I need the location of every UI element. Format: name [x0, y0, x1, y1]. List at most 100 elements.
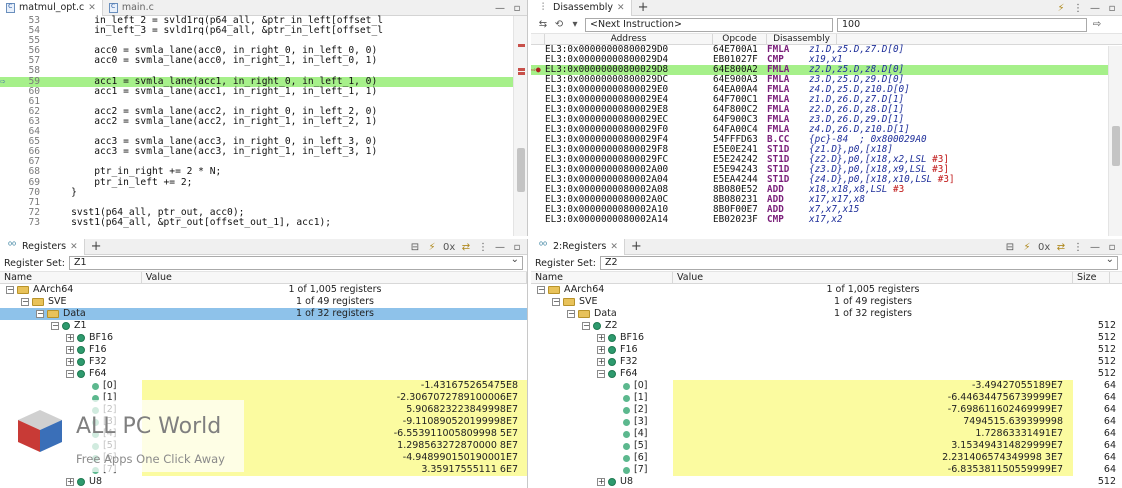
column-name[interactable]: Name: [531, 272, 673, 283]
disassembly-vertical-scrollbar[interactable]: [1108, 46, 1122, 236]
column-disassembly[interactable]: Disassembly: [767, 34, 837, 44]
register-row[interactable]: [6] 2.231406574349998 3E7 64: [531, 452, 1122, 464]
maximize-icon[interactable]: ▫: [1106, 3, 1118, 14]
register-value[interactable]: [673, 344, 1073, 356]
link-icon[interactable]: ⇄: [1055, 242, 1067, 253]
scroll-thumb[interactable]: [1112, 126, 1120, 166]
code-line[interactable]: 54 in_left_3 = svld1rq(p64_all, &ptr_in_…: [0, 25, 513, 36]
maximize-icon[interactable]: ▫: [511, 242, 523, 253]
register-value[interactable]: -7.698611602469999E7: [673, 404, 1073, 416]
register-value[interactable]: 1 of 49 registers: [142, 296, 527, 308]
register-value[interactable]: 1 of 1,005 registers: [673, 284, 1073, 296]
minimize-icon[interactable]: —: [494, 3, 506, 14]
register-row[interactable]: − F64 512: [531, 368, 1122, 380]
gutter[interactable]: [0, 147, 10, 157]
maximize-icon[interactable]: ▫: [1106, 242, 1118, 253]
step-icon[interactable]: ⇆: [537, 19, 549, 30]
maximize-icon[interactable]: ▫: [511, 3, 523, 14]
gutter[interactable]: [0, 218, 10, 228]
gutter[interactable]: [0, 117, 10, 127]
view-menu-icon[interactable]: ⋮: [1072, 242, 1084, 253]
register-value[interactable]: [673, 368, 1073, 380]
register-row[interactable]: − Z1: [0, 320, 527, 332]
register-value[interactable]: [142, 476, 527, 488]
collapse-icon[interactable]: −: [66, 370, 74, 378]
register-value[interactable]: [673, 320, 1073, 332]
register-row[interactable]: + F32: [0, 356, 527, 368]
minimize-icon[interactable]: —: [1089, 3, 1101, 14]
gutter[interactable]: [0, 46, 10, 56]
gutter[interactable]: [0, 208, 10, 218]
minimize-icon[interactable]: —: [494, 242, 506, 253]
register-value[interactable]: [142, 320, 527, 332]
tab-disassembly[interactable]: ⫶ Disassembly ✕: [531, 0, 632, 16]
go-arrow-icon[interactable]: ⇨: [1091, 19, 1103, 30]
register-row[interactable]: − Data 1 of 32 registers: [531, 308, 1122, 320]
register-value[interactable]: 3.153494314829999E7: [673, 440, 1073, 452]
collapse-icon[interactable]: −: [597, 370, 605, 378]
column-value[interactable]: Value: [673, 272, 1073, 283]
column-name[interactable]: Name: [0, 272, 142, 283]
register-value[interactable]: [673, 356, 1073, 368]
gutter[interactable]: [0, 16, 10, 26]
register-value[interactable]: 1 of 32 registers: [142, 308, 527, 320]
register-row[interactable]: − AArch64 1 of 1,005 registers: [0, 284, 527, 296]
register-row[interactable]: + BF16: [0, 332, 527, 344]
tab-registers-2[interactable]: ⁰⁰ 2:Registers ✕: [531, 239, 625, 255]
link-icon[interactable]: ⇄: [460, 242, 472, 253]
register-value[interactable]: 1 of 1,005 registers: [142, 284, 527, 296]
close-icon[interactable]: ✕: [88, 3, 96, 13]
register-value[interactable]: 1 of 49 registers: [673, 296, 1073, 308]
gutter[interactable]: [0, 36, 10, 46]
link-icon[interactable]: ⚡: [1055, 3, 1067, 14]
register-value[interactable]: [673, 332, 1073, 344]
collapse-all-icon[interactable]: ⊟: [1004, 242, 1016, 253]
register-value[interactable]: -6.835381150559999E7: [673, 464, 1073, 476]
gutter[interactable]: [0, 107, 10, 117]
register-row[interactable]: − F64: [0, 368, 527, 380]
pin-icon[interactable]: ⚡: [426, 242, 438, 253]
instruction-count-field[interactable]: 100: [837, 17, 1087, 32]
register-row[interactable]: − Z2 512: [531, 320, 1122, 332]
editor-vertical-scrollbar[interactable]: [513, 16, 527, 236]
register-row[interactable]: [5] 3.153494314829999E7 64: [531, 440, 1122, 452]
expand-icon[interactable]: +: [597, 478, 605, 486]
code-area[interactable]: 53 in_left_2 = svld1rq(p64_all, &ptr_in_…: [0, 15, 513, 236]
collapse-icon[interactable]: −: [36, 310, 44, 318]
location-combo[interactable]: <Next Instruction>: [585, 17, 833, 32]
gutter[interactable]: [0, 198, 10, 208]
gutter[interactable]: [0, 127, 10, 137]
register-row[interactable]: + F16: [0, 344, 527, 356]
register-value[interactable]: [142, 332, 527, 344]
program-counter-arrow-icon[interactable]: ⇨: [0, 77, 10, 87]
expand-icon[interactable]: +: [66, 358, 74, 366]
code-line[interactable]: 57 acc0 = svmla_lane(acc0, in_right_1, i…: [0, 56, 513, 66]
register-row[interactable]: [0] -1.431675265475E8: [0, 380, 527, 392]
gutter[interactable]: [0, 157, 10, 167]
register-row[interactable]: + U8: [0, 476, 527, 488]
collapse-icon[interactable]: −: [552, 298, 560, 306]
code-line[interactable]: 66 acc3 = svmla_lane(acc3, in_right_1, i…: [0, 147, 513, 157]
gutter[interactable]: [0, 56, 10, 66]
register-set-combo[interactable]: Z2: [599, 254, 1118, 270]
register-value[interactable]: -6.446344756739999E7: [673, 392, 1073, 404]
column-opcode[interactable]: Opcode: [713, 34, 767, 44]
close-icon[interactable]: ✕: [610, 242, 618, 252]
code-line[interactable]: 63 acc2 = svmla_lane(acc2, in_right_1, i…: [0, 116, 513, 127]
expand-icon[interactable]: +: [597, 334, 605, 342]
register-row[interactable]: [1] -6.446344756739999E7 64: [531, 392, 1122, 404]
close-icon[interactable]: ✕: [617, 3, 625, 13]
scroll-thumb[interactable]: [517, 148, 525, 192]
register-value[interactable]: [142, 344, 527, 356]
gutter[interactable]: [0, 167, 10, 177]
register-value[interactable]: [673, 476, 1073, 488]
code-line[interactable]: 68 ptr_in_right += 2 * N;: [0, 167, 513, 177]
hex-format-icon[interactable]: 0x: [1038, 242, 1050, 253]
gutter[interactable]: [0, 137, 10, 147]
register-value[interactable]: 7494515.639399998: [673, 416, 1073, 428]
view-menu-icon[interactable]: ⋮: [477, 242, 489, 253]
register-row[interactable]: − Data 1 of 32 registers: [0, 308, 527, 320]
register-row[interactable]: [2] -7.698611602469999E7 64: [531, 404, 1122, 416]
code-line[interactable]: 70 }: [0, 187, 513, 198]
collapse-icon[interactable]: −: [567, 310, 575, 318]
